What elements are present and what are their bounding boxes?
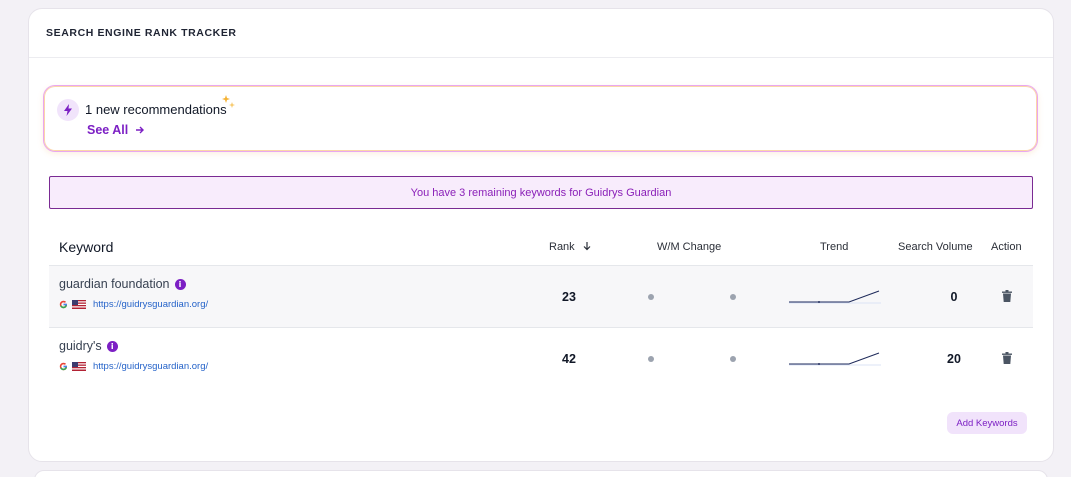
keyword-name: guidry's i — [59, 339, 118, 353]
table-row: guardian foundation i https://guidrysgua… — [49, 265, 1033, 327]
weekly-change-indicator — [648, 294, 654, 300]
search-volume-value: 0 — [950, 290, 958, 304]
rank-tracker-card: SEARCH ENGINE RANK TRACKER 1 new recomme… — [28, 8, 1054, 462]
sparkle-icon — [222, 95, 236, 116]
rank-value: 42 — [562, 352, 576, 366]
us-flag-icon — [72, 300, 86, 309]
recommendation-banner: 1 new recommendations See All — [43, 85, 1038, 152]
weekly-change-indicator — [648, 356, 654, 362]
remaining-keywords-notice: You have 3 remaining keywords for Guidry… — [49, 176, 1033, 209]
keyword-table: Keyword Rank W/M Change Trend Search Vol… — [49, 231, 1033, 389]
keyword-name: guardian foundation i — [59, 277, 186, 291]
sort-down-icon — [583, 242, 591, 251]
monthly-change-indicator — [730, 356, 736, 362]
recommendation-text: 1 new recommendations — [85, 102, 227, 117]
us-flag-icon — [72, 362, 86, 371]
column-rank[interactable]: Rank — [549, 241, 592, 253]
monthly-change-indicator — [730, 294, 736, 300]
table-header: Keyword Rank W/M Change Trend Search Vol… — [49, 231, 1033, 265]
next-card-edge — [34, 470, 1048, 477]
keyword-url[interactable]: https://guidrysguardian.org/ — [93, 361, 208, 372]
column-keyword: Keyword — [59, 239, 114, 255]
table-row: guidry's i https://guidrysguardian.org/ — [49, 327, 1033, 389]
keyword-meta: https://guidrysguardian.org/ — [59, 361, 208, 372]
add-keywords-button[interactable]: Add Keywords — [947, 412, 1027, 434]
delete-icon[interactable] — [1002, 289, 1012, 307]
lightning-icon — [57, 99, 79, 121]
info-icon[interactable]: i — [106, 340, 118, 352]
trend-sparkline — [789, 352, 881, 366]
card-title: SEARCH ENGINE RANK TRACKER — [46, 27, 237, 39]
trend-sparkline — [789, 290, 881, 304]
info-icon[interactable]: i — [174, 278, 186, 290]
see-all-label: See All — [87, 123, 129, 137]
google-icon — [59, 300, 68, 309]
column-volume: Search Volume — [898, 241, 973, 253]
column-trend: Trend — [820, 241, 849, 253]
rank-value: 23 — [562, 290, 576, 304]
see-all-link[interactable]: See All — [87, 123, 145, 137]
search-volume-value: 20 — [947, 352, 961, 366]
keyword-url[interactable]: https://guidrysguardian.org/ — [93, 299, 208, 310]
delete-icon[interactable] — [1002, 351, 1012, 369]
column-rank-label: Rank — [549, 241, 575, 253]
keyword-meta: https://guidrysguardian.org/ — [59, 299, 208, 310]
column-change: W/M Change — [657, 241, 722, 253]
arrow-right-icon — [136, 126, 145, 134]
google-icon — [59, 362, 68, 371]
column-action: Action — [991, 241, 1022, 253]
card-header: SEARCH ENGINE RANK TRACKER — [29, 9, 1053, 58]
